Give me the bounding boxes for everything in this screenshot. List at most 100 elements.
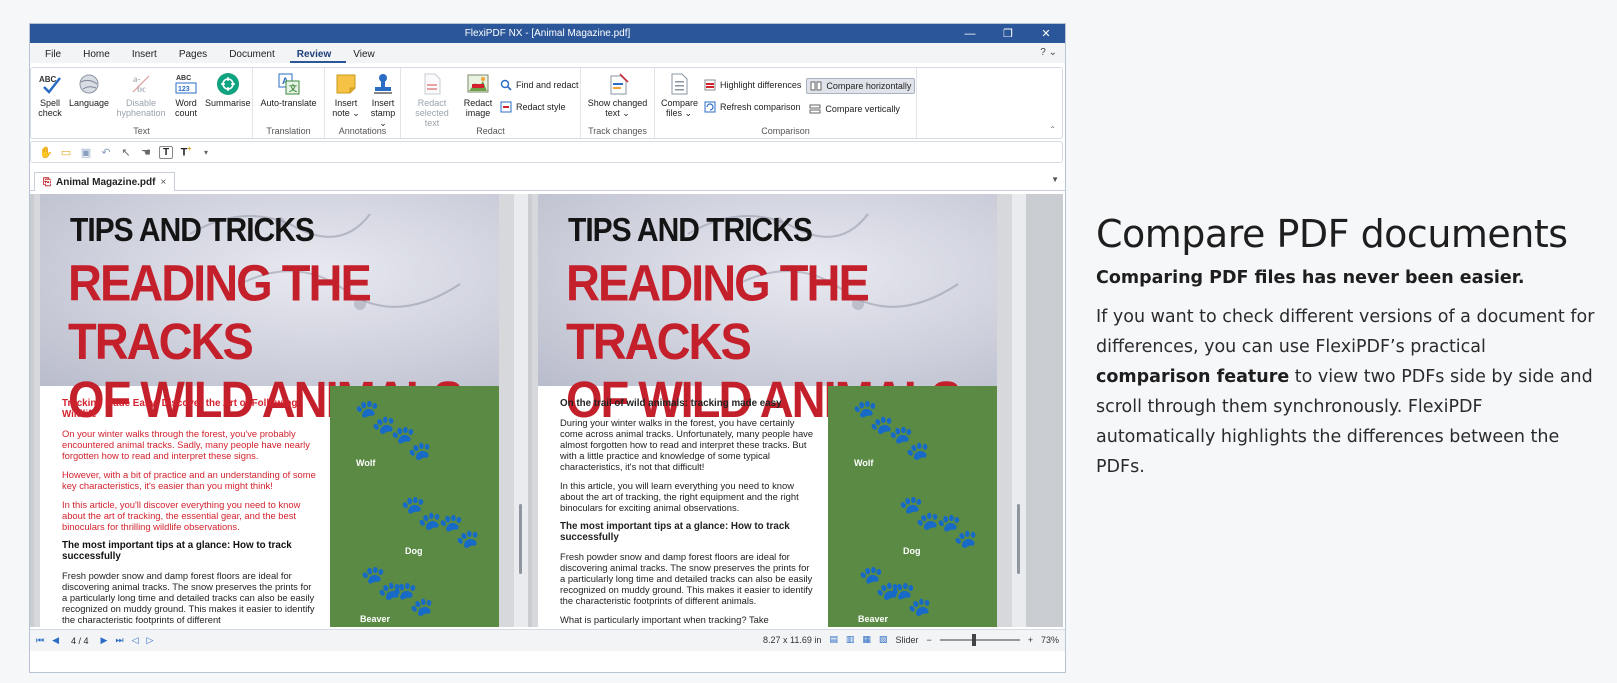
restore-button[interactable]: ❐ xyxy=(989,24,1027,43)
pan-icon[interactable]: ☚ xyxy=(139,146,153,159)
feature-subtitle: Comparing PDF files has never been easie… xyxy=(1096,268,1525,288)
document-tab-strip: ⎘ Animal Magazine.pdf × ▼ xyxy=(30,171,1065,191)
zoom-in-button[interactable]: + xyxy=(1028,635,1033,645)
paw-print-icon: 🐾 xyxy=(888,424,931,462)
insert-note-button[interactable]: Insert note ⌄ xyxy=(329,72,363,128)
ribbon-group-track-changes: Show changed text ⌄ Track changes xyxy=(581,68,655,138)
tab-list-dropdown-icon[interactable]: ▼ xyxy=(1051,175,1059,184)
zoom-level[interactable]: 73% xyxy=(1041,635,1059,645)
search-icon xyxy=(500,79,512,91)
redact-selected-text-button[interactable]: Redact selected text xyxy=(405,72,459,128)
svg-text:123: 123 xyxy=(178,86,190,93)
fit-width-icon[interactable]: ▧ xyxy=(879,634,888,645)
ribbon-group-translation: A文 Auto-translate Translation xyxy=(253,68,325,138)
compare-horizontally-button[interactable]: Compare horizontally xyxy=(806,78,916,94)
page-text-column: Tracking Made Easy: Discover the Art of … xyxy=(40,386,330,627)
zoom-slider[interactable] xyxy=(939,633,1020,646)
page-text-column: On the trail of wild animals: tracking m… xyxy=(538,386,828,627)
single-page-view-icon[interactable]: ▤ xyxy=(829,634,838,645)
disable-hyphenation-button[interactable]: a-bc Disable hyphenation xyxy=(113,72,169,118)
zoom-slider-knob[interactable] xyxy=(971,633,976,646)
menu-home[interactable]: Home xyxy=(76,49,125,63)
word-count-button[interactable]: ABC 123 Word count xyxy=(171,72,201,118)
right-document-pane[interactable]: TIPS AND TRICKS READING THE TRACKS OF WI… xyxy=(532,194,1026,627)
page-paragraph: In this article, you will learn everythi… xyxy=(560,480,799,513)
redact-image-button[interactable]: Redact image xyxy=(461,72,495,128)
language-button[interactable]: Language xyxy=(67,72,111,118)
menu-view[interactable]: View xyxy=(346,49,390,63)
menu-bar: File Home Insert Pages Document Review V… xyxy=(30,43,1065,63)
compare-vertically-button[interactable]: Compare vertically xyxy=(806,102,915,116)
ai-summary-icon xyxy=(216,72,240,96)
auto-translate-button[interactable]: A文 Auto-translate xyxy=(258,72,318,108)
show-changed-text-button[interactable]: Show changed text ⌄ xyxy=(585,72,651,118)
last-page-icon[interactable]: ⏭ xyxy=(115,635,123,646)
menu-file[interactable]: File xyxy=(38,49,76,63)
compare-files-icon xyxy=(667,72,691,96)
paw-print-icon: 🐾 xyxy=(438,512,481,550)
page-body: On the trail of wild animals: tracking m… xyxy=(538,386,997,627)
document-tab[interactable]: ⎘ Animal Magazine.pdf × xyxy=(34,172,176,191)
insert-stamp-button[interactable]: Insert stamp ⌄ xyxy=(365,72,401,128)
two-page-view-icon[interactable]: ▥ xyxy=(846,634,855,645)
right-vertical-scrollbar[interactable] xyxy=(1012,194,1026,627)
text-tool-icon[interactable]: T xyxy=(159,145,173,159)
customize-toolbar-icon[interactable]: ▾ xyxy=(199,148,213,157)
menu-insert[interactable]: Insert xyxy=(125,49,172,63)
page-heading: The most important tips at a glance: How… xyxy=(62,540,292,562)
help-menu[interactable]: ? ⌄ xyxy=(1040,47,1057,58)
save-icon[interactable]: ▣ xyxy=(79,146,93,159)
translate-icon: A文 xyxy=(277,72,301,96)
compare-files-button[interactable]: Compare files ⌄ xyxy=(659,72,699,118)
page-paragraph-highlighted: However, with a bit of practice and an u… xyxy=(62,469,316,491)
open-folder-icon[interactable]: ▭ xyxy=(59,146,73,159)
left-page: TIPS AND TRICKS READING THE TRACKS OF WI… xyxy=(40,194,499,627)
menu-pages[interactable]: Pages xyxy=(172,49,222,63)
zoom-out-button[interactable]: − xyxy=(926,635,931,645)
page-hero-image: TIPS AND TRICKS READING THE TRACKS OF WI… xyxy=(40,194,499,428)
refresh-icon xyxy=(704,101,716,113)
back-view-icon[interactable]: ◁ xyxy=(132,635,139,646)
window-controls: — ❐ ✕ xyxy=(951,24,1065,43)
find-and-redact-button[interactable]: Find and redact xyxy=(497,78,582,92)
comparison-viewer: TIPS AND TRICKS READING THE TRACKS OF WI… xyxy=(30,194,1063,627)
continuous-view-icon[interactable]: ▦ xyxy=(862,634,871,645)
summarise-button[interactable]: Summarise xyxy=(203,72,253,118)
left-vertical-scrollbar[interactable] xyxy=(514,194,528,627)
undo-icon[interactable]: ↶ xyxy=(99,146,113,159)
scroll-thumb[interactable] xyxy=(519,504,522,574)
scroll-thumb[interactable] xyxy=(1017,504,1020,574)
status-right: 8.27 x 11.69 in ▤ ▥ ▦ ▧ Slider − + 73% xyxy=(763,633,1059,646)
page-kicker: TIPS AND TRICKS xyxy=(70,212,315,249)
page-indicator[interactable]: 4 / 4 xyxy=(71,636,89,646)
close-window-button[interactable]: ✕ xyxy=(1027,24,1065,43)
minimize-button[interactable]: — xyxy=(951,24,989,43)
forward-view-icon[interactable]: ▷ xyxy=(147,635,154,646)
page-heading-highlighted: Tracking Made Easy: Discover the Art of … xyxy=(62,398,298,420)
redact-text-icon xyxy=(420,72,444,96)
collapse-ribbon-icon[interactable]: ⌃ xyxy=(1049,125,1056,134)
highlight-differences-button[interactable]: Highlight differences xyxy=(701,78,804,92)
select-arrow-icon[interactable]: ↖ xyxy=(119,146,133,159)
page-navigation: ⏮ ◀ 4 / 4 ▶ ⏭ ◁ ▷ xyxy=(30,635,153,646)
menu-review[interactable]: Review xyxy=(289,49,347,63)
text-format-icon[interactable]: T+ xyxy=(179,146,193,159)
ribbon: ABC Spell check Language a-bc Disable hy… xyxy=(30,67,1063,139)
redact-style-button[interactable]: Redact style xyxy=(497,100,582,114)
page-paragraph: What is particularly important when trac… xyxy=(560,614,769,625)
svg-text:ABC: ABC xyxy=(176,75,191,82)
left-document-pane[interactable]: TIPS AND TRICKS READING THE TRACKS OF WI… xyxy=(34,194,528,627)
page-paragraph-highlighted: On your winter walks through the forest,… xyxy=(62,428,310,461)
page-paragraph: Fresh powder snow and damp forest floors… xyxy=(560,551,813,606)
first-page-icon[interactable]: ⏮ xyxy=(36,635,44,646)
previous-page-icon[interactable]: ◀ xyxy=(52,635,59,646)
hand-tool-icon[interactable]: ✋ xyxy=(39,146,53,159)
refresh-comparison-button[interactable]: Refresh comparison xyxy=(701,100,804,114)
close-tab-icon[interactable]: × xyxy=(160,177,166,188)
next-page-icon[interactable]: ▶ xyxy=(101,635,108,646)
status-bar: ⏮ ◀ 4 / 4 ▶ ⏭ ◁ ▷ 8.27 x 11.69 in ▤ ▥ ▦ … xyxy=(30,629,1065,651)
spell-check-button[interactable]: ABC Spell check xyxy=(35,72,65,118)
paw-print-icon: 🐾 xyxy=(392,580,435,618)
zoom-mode[interactable]: Slider xyxy=(895,635,918,645)
menu-document[interactable]: Document xyxy=(222,49,290,63)
